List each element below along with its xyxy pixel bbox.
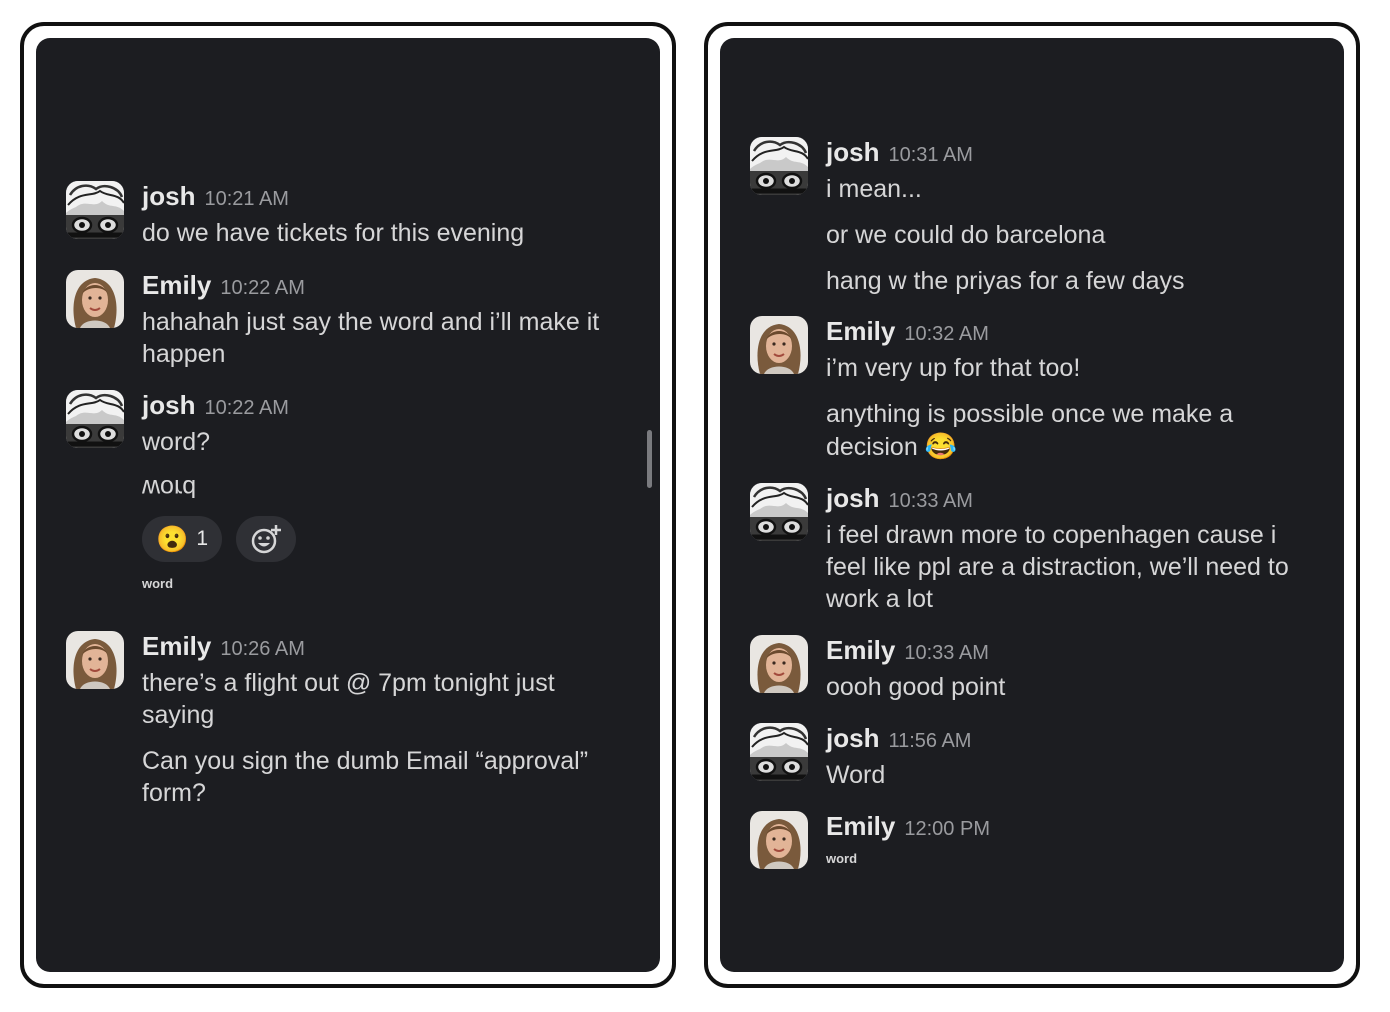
reaction-pill[interactable]: 😮 1 xyxy=(142,516,222,562)
astonished-face-icon: 😮 xyxy=(155,524,189,554)
message[interactable]: josh 10:31 AM i mean... or we could do b… xyxy=(750,137,1324,297)
message-text: form? xyxy=(142,779,206,807)
timestamp[interactable]: 12:00 PM xyxy=(904,818,990,841)
message-text: word? xyxy=(142,428,211,456)
add-reaction-button[interactable] xyxy=(236,516,296,562)
avatar-emily[interactable] xyxy=(750,811,808,869)
author-name[interactable]: josh xyxy=(142,181,195,212)
author-name[interactable]: Emily xyxy=(142,270,211,301)
timestamp[interactable]: 11:56 AM xyxy=(888,730,971,753)
right-screenshot-frame: josh 10:31 AM i mean... or we could do b… xyxy=(704,22,1360,988)
timestamp[interactable]: 10:33 AM xyxy=(904,642,989,665)
scrollbar[interactable] xyxy=(647,430,652,488)
timestamp[interactable]: 10:32 AM xyxy=(904,323,989,346)
author-name[interactable]: Emily xyxy=(826,635,895,666)
left-screenshot-frame: josh 10:21 AM do we have tickets for thi… xyxy=(20,22,676,988)
author-name[interactable]: josh xyxy=(826,723,879,754)
message-text: hahahah just say the word and i’ll make … xyxy=(142,308,600,336)
avatar-josh[interactable] xyxy=(66,390,124,448)
message-text: Can you sign the dumb Email “approval” xyxy=(142,747,589,775)
reaction-count: 1 xyxy=(196,527,209,550)
author-name[interactable]: josh xyxy=(826,483,879,514)
message-text: anything is possible once we make a xyxy=(826,400,1234,428)
message-text: decision xyxy=(826,433,918,461)
reaction-bar: 😮 1 xyxy=(142,516,640,562)
message-text: saying xyxy=(142,701,215,729)
message-text: Word xyxy=(826,761,886,789)
add-reaction-icon xyxy=(251,525,281,554)
avatar-emily[interactable] xyxy=(750,316,808,374)
message[interactable]: josh 10:33 AM i feel drawn more to copen… xyxy=(750,483,1324,615)
message-text: or we could do barcelona xyxy=(826,221,1106,249)
avatar-josh[interactable] xyxy=(66,181,124,239)
chat-panel-right: josh 10:31 AM i mean... or we could do b… xyxy=(720,38,1344,972)
timestamp[interactable]: 10:22 AM xyxy=(220,277,305,300)
message[interactable]: Emily 10:32 AM i’m very up for that too!… xyxy=(750,316,1324,463)
message[interactable]: josh 11:56 AM Word xyxy=(750,723,1324,791)
message-caption: word xyxy=(826,851,858,866)
message-text-line: decision 😂 xyxy=(826,430,1324,463)
message-text: happen xyxy=(142,340,226,368)
message[interactable]: josh 10:21 AM do we have tickets for thi… xyxy=(66,181,640,249)
timestamp[interactable]: 10:33 AM xyxy=(888,490,973,513)
timestamp[interactable]: 10:31 AM xyxy=(888,144,973,167)
message[interactable]: Emily 10:26 AM there’s a flight out @ 7p… xyxy=(66,631,640,809)
author-name[interactable]: Emily xyxy=(826,316,895,347)
message-text: there’s a flight out @ 7pm tonight just xyxy=(142,669,555,697)
avatar-josh[interactable] xyxy=(750,723,808,781)
avatar-emily[interactable] xyxy=(66,631,124,689)
author-name[interactable]: josh xyxy=(826,137,879,168)
message[interactable]: Emily 12:00 PM word xyxy=(750,811,1324,869)
message-text: i mean... xyxy=(826,175,922,203)
message-text: oooh good point xyxy=(826,673,1006,701)
avatar-emily[interactable] xyxy=(750,635,808,693)
timestamp[interactable]: 10:26 AM xyxy=(220,638,305,661)
message-text: i feel drawn more to copenhagen cause i xyxy=(826,521,1277,549)
message[interactable]: josh 10:22 AM word? word 😮 1 word xyxy=(66,390,640,591)
message-caption: word xyxy=(142,576,174,591)
message-text: i’m very up for that too! xyxy=(826,354,1081,382)
author-name[interactable]: josh xyxy=(142,390,195,421)
avatar-josh[interactable] xyxy=(750,483,808,541)
flipped-message-text: word xyxy=(142,474,197,502)
timestamp[interactable]: 10:22 AM xyxy=(204,397,289,420)
message[interactable]: Emily 10:22 AM hahahah just say the word… xyxy=(66,270,640,370)
message-text: do we have tickets for this evening xyxy=(142,219,525,247)
avatar-emily[interactable] xyxy=(66,270,124,328)
message-text: work a lot xyxy=(826,585,933,613)
author-name[interactable]: Emily xyxy=(142,631,211,662)
joy-emoji-icon: 😂 xyxy=(924,431,958,461)
avatar-josh[interactable] xyxy=(750,137,808,195)
chat-panel-left: josh 10:21 AM do we have tickets for thi… xyxy=(36,38,660,972)
author-name[interactable]: Emily xyxy=(826,811,895,842)
message-text: hang w the priyas for a few days xyxy=(826,267,1185,295)
message-text: feel like ppl are a distraction, we’ll n… xyxy=(826,553,1289,581)
timestamp[interactable]: 10:21 AM xyxy=(204,188,289,211)
message[interactable]: Emily 10:33 AM oooh good point xyxy=(750,635,1324,703)
